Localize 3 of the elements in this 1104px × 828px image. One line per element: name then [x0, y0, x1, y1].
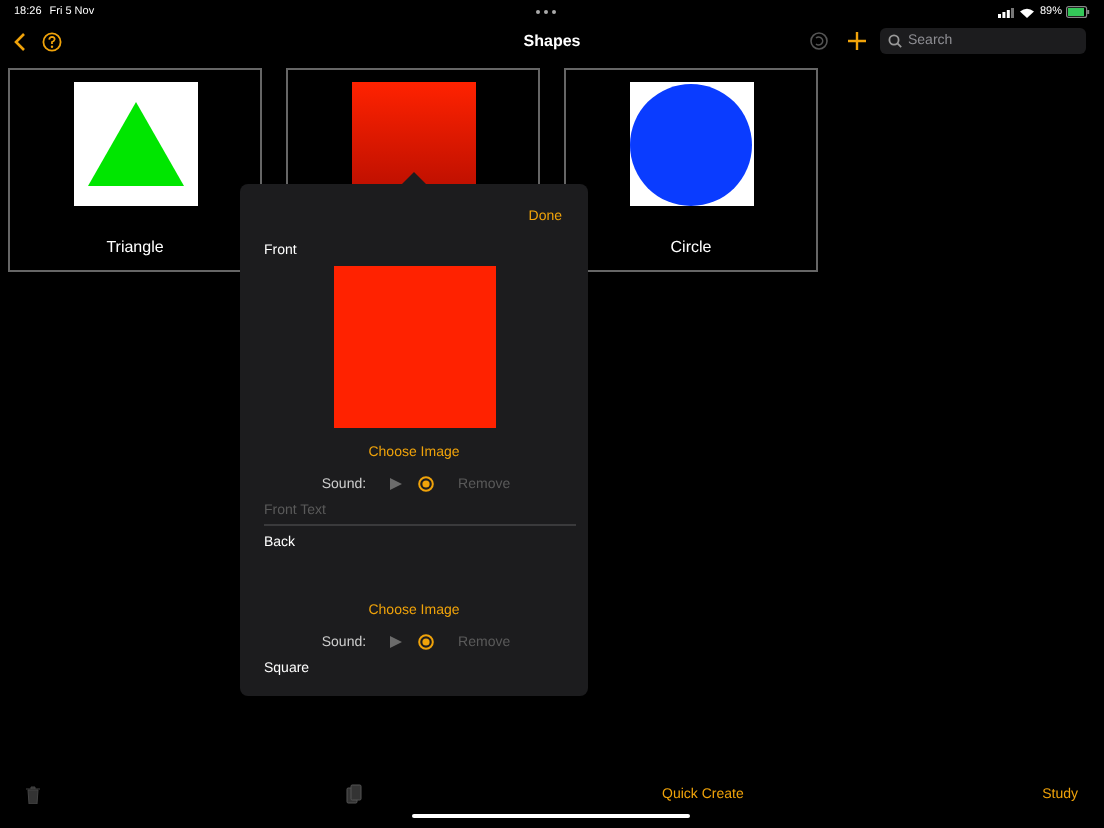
card-label: Triangle [106, 240, 164, 256]
card-label: Circle [670, 240, 712, 256]
window-title: Shapes [523, 29, 581, 53]
